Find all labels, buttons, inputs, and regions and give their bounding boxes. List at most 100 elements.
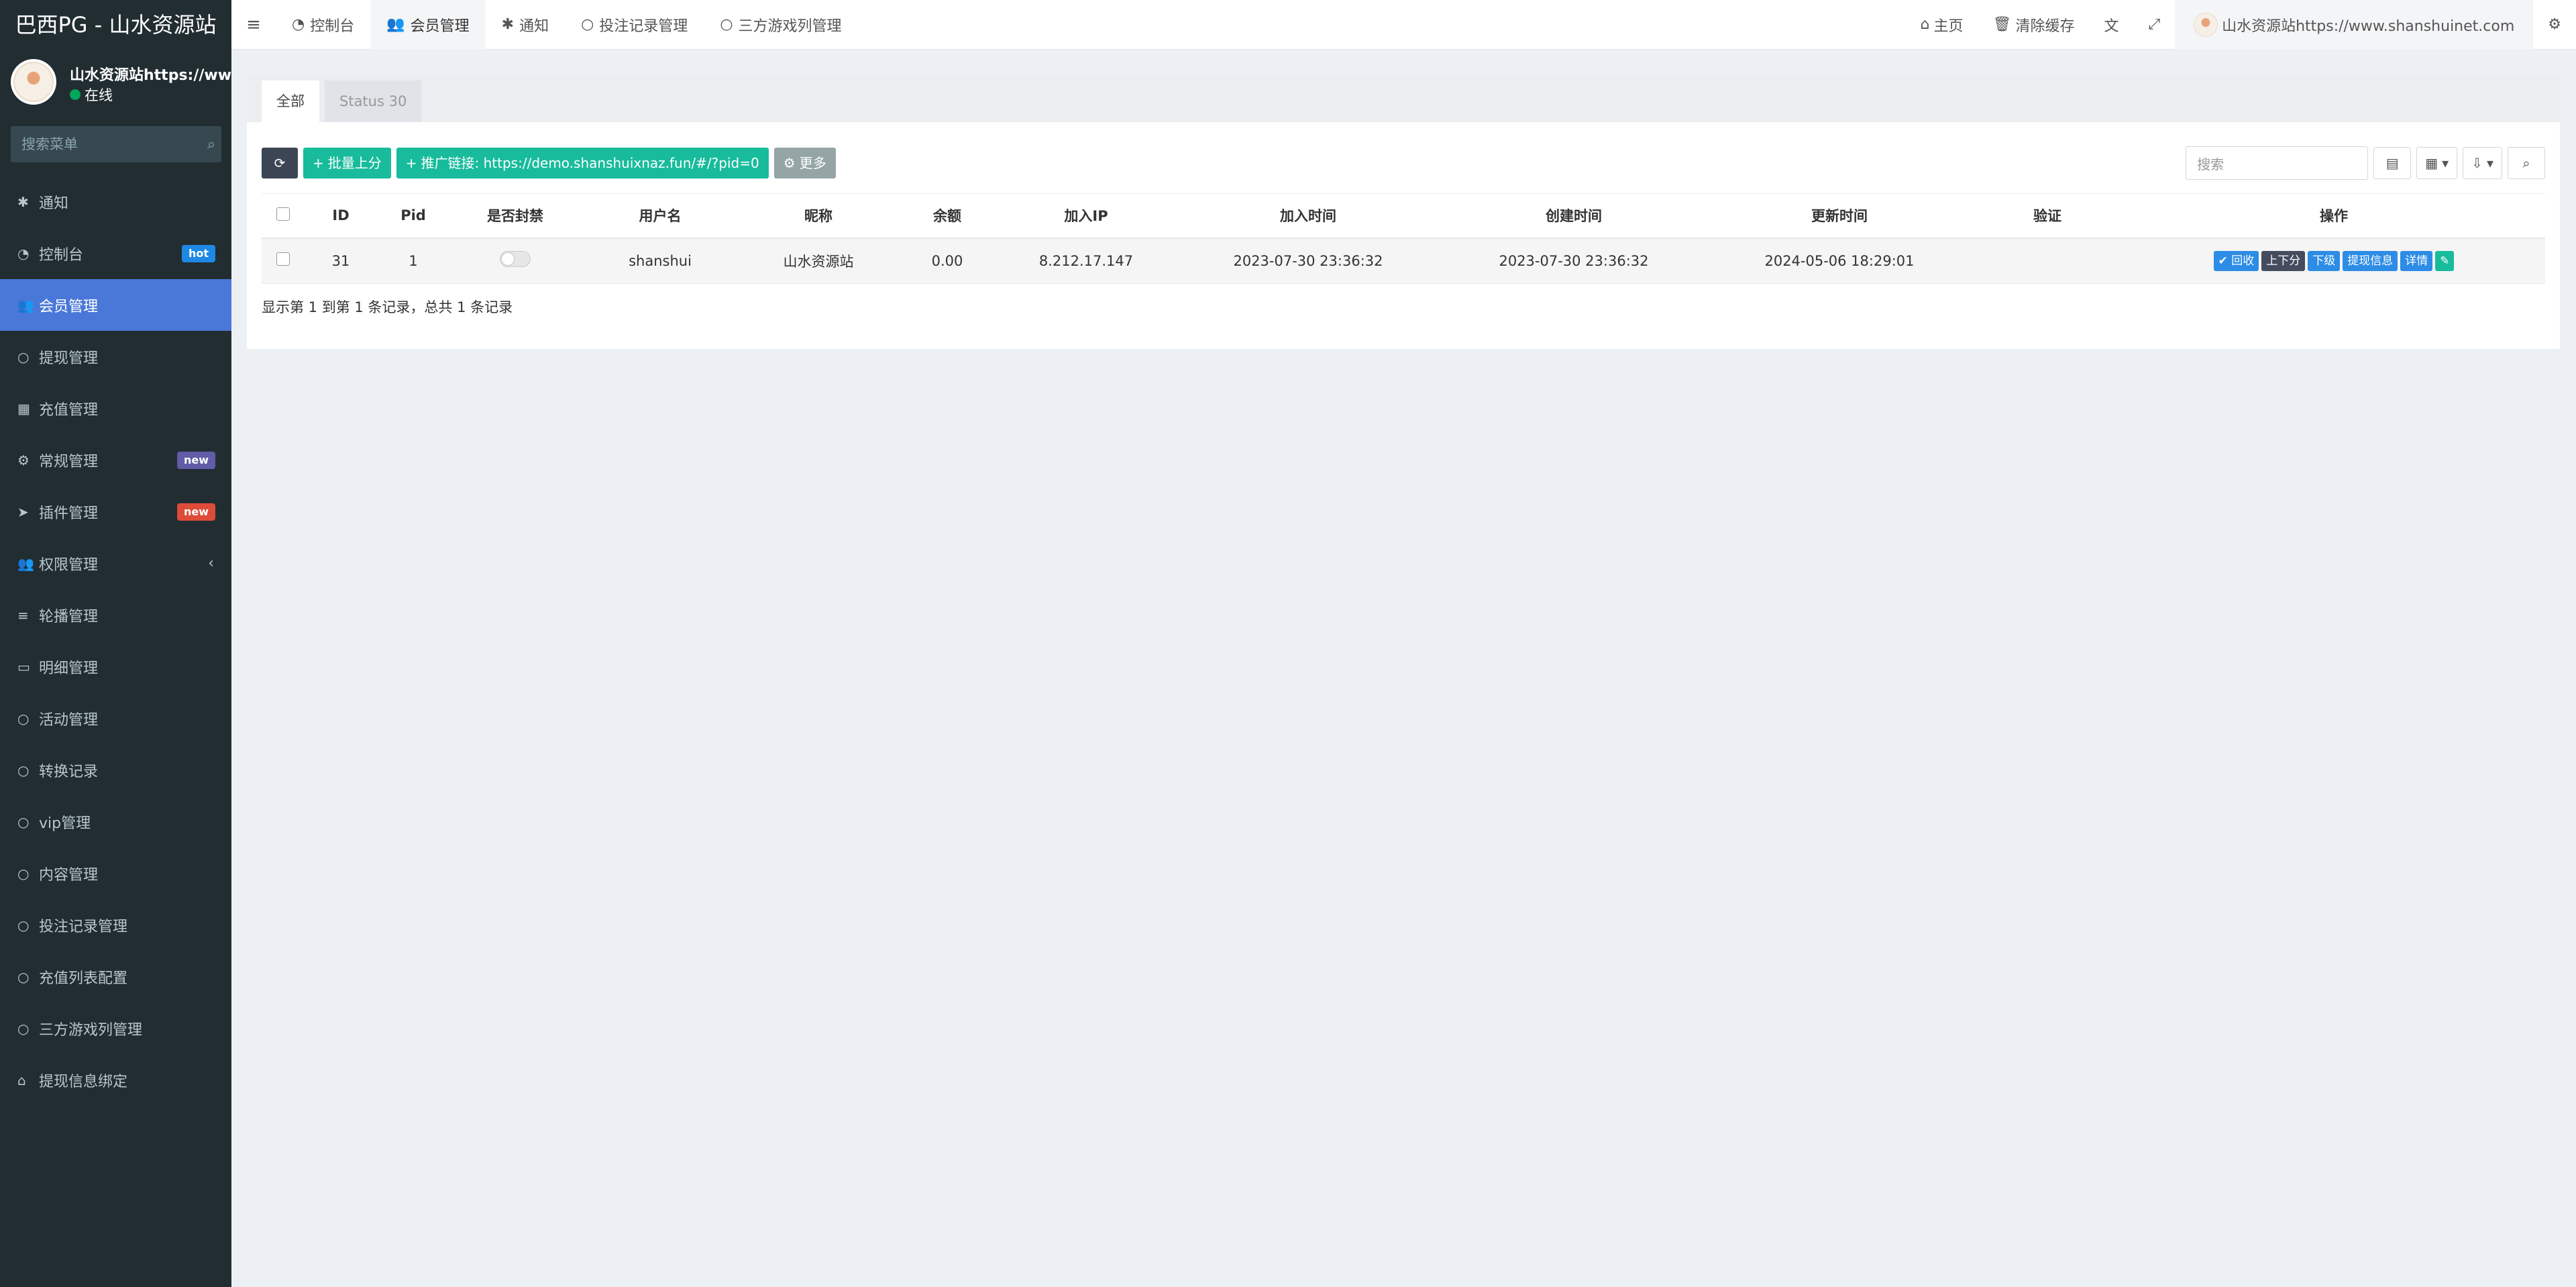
nav-tab[interactable]: 👥 会员管理 bbox=[370, 0, 486, 50]
sidebar-item[interactable]: ○ 内容管理 bbox=[0, 847, 231, 899]
columns-button[interactable]: ▦ ▾ bbox=[2416, 147, 2458, 179]
sidebar-item[interactable]: ○ 活动管理 bbox=[0, 692, 231, 744]
nav-avatar bbox=[2194, 12, 2218, 37]
column-header[interactable]: 余额 bbox=[898, 193, 997, 239]
column-header[interactable]: 是否封禁 bbox=[449, 193, 581, 239]
check-icon: ✔ bbox=[2218, 254, 2232, 268]
detail-button[interactable]: 详情 bbox=[2400, 250, 2433, 271]
hamburger-icon[interactable]: ≡ bbox=[231, 15, 276, 35]
sidebar-item[interactable]: ○ 三方游戏列管理 bbox=[0, 1002, 231, 1054]
sidebar-item[interactable]: ≡ 轮播管理 bbox=[0, 589, 231, 641]
edit-button[interactable]: ✎ bbox=[2435, 250, 2455, 271]
content-panel: 全部 Status 30 ⟳ + 批量上分 + 推广链接: https://dem… bbox=[247, 74, 2560, 349]
sidebar-item[interactable]: ➤ 插件管理 new bbox=[0, 486, 231, 537]
avatar bbox=[11, 59, 56, 105]
column-header[interactable]: 加入时间 bbox=[1175, 193, 1441, 239]
circle-icon: ○ bbox=[17, 865, 30, 882]
cell-nickname: 山水资源站 bbox=[739, 238, 898, 284]
sidebar-item-label: 提现信息绑定 bbox=[39, 1073, 128, 1090]
sidebar-item-label: 充值列表配置 bbox=[39, 970, 128, 987]
export-button[interactable]: ⇩ ▾ bbox=[2463, 147, 2502, 179]
asterisk-icon: ✱ bbox=[501, 16, 515, 33]
brand-title[interactable]: 巴西PG - 山水资源站 bbox=[0, 0, 231, 50]
column-header[interactable]: 创建时间 bbox=[1441, 193, 1707, 239]
column-header[interactable]: 操作 bbox=[2123, 193, 2545, 239]
column-header[interactable]: 更新时间 bbox=[1707, 193, 1972, 239]
withdraw-info-button[interactable]: 提现信息 bbox=[2343, 250, 2398, 271]
column-header[interactable]: 昵称 bbox=[739, 193, 898, 239]
cell-verify bbox=[1972, 238, 2123, 284]
column-header[interactable]: Pid bbox=[377, 193, 449, 239]
sidebar-item-label: 明细管理 bbox=[39, 660, 99, 677]
nav-tab-label: 控制台 bbox=[310, 17, 355, 35]
toggle-view-button[interactable]: ▤ bbox=[2373, 147, 2412, 179]
nav-tabs: ◔ 控制台 👥 会员管理 ✱ 通知 ○ 投注记录管理 ○ 三方游戏列管理 bbox=[276, 0, 858, 50]
dashboard-icon: ◔ bbox=[17, 245, 30, 262]
column-header[interactable]: 加入IP bbox=[997, 193, 1175, 239]
batch-score-button[interactable]: + 批量上分 bbox=[303, 148, 391, 178]
sidebar-item[interactable]: ◔ 控制台 hot bbox=[0, 227, 231, 279]
search-icon[interactable]: ⌕ bbox=[201, 136, 221, 153]
sidebar-search-input[interactable] bbox=[11, 136, 201, 152]
nav-user-menu[interactable]: 山水资源站https://www.shanshuinet.com bbox=[2175, 0, 2534, 50]
sidebar-item-label: 插件管理 bbox=[39, 505, 99, 522]
nav-tab[interactable]: ◔ 控制台 bbox=[276, 0, 370, 50]
sidebar-item[interactable]: ○ vip管理 bbox=[0, 796, 231, 847]
content-tab[interactable]: 全部 bbox=[262, 81, 319, 122]
sidebar-item-label: 转换记录 bbox=[39, 763, 99, 780]
settings-cogs-icon[interactable]: ⚙ bbox=[2533, 0, 2576, 50]
nav-tab-label: 三方游戏列管理 bbox=[738, 17, 842, 35]
table-row[interactable]: 31 1 shanshui 山水资源站 0.00 8.212.17.147 2023-07-… bbox=[262, 238, 2545, 284]
menu-badge: hot bbox=[181, 245, 215, 262]
recycle-button-label: 回收 bbox=[2231, 254, 2255, 268]
columns-icon: ▦ bbox=[2425, 155, 2438, 171]
adjust-score-button[interactable]: 上下分 bbox=[2261, 250, 2306, 271]
more-button[interactable]: ⚙ 更多 bbox=[773, 148, 836, 178]
subordinate-button[interactable]: 下级 bbox=[2308, 250, 2341, 271]
recycle-button[interactable]: ✔ 回收 bbox=[2213, 250, 2259, 271]
sidebar-item[interactable]: ▦ 充值管理 bbox=[0, 382, 231, 434]
nav-tab[interactable]: ✱ 通知 bbox=[486, 0, 565, 50]
nav-user-label: 山水资源站https://www.shanshuinet.com bbox=[2222, 17, 2515, 35]
nav-tab[interactable]: ○ 投注记录管理 bbox=[565, 0, 704, 50]
advanced-search-button[interactable]: ⌕ bbox=[2508, 147, 2545, 179]
top-navbar: ≡ ◔ 控制台 👥 会员管理 ✱ 通知 ○ 投注记录管理 ○ 三方游戏列管理 ⌂ 主页 🗑 清除缓… bbox=[231, 0, 2576, 50]
sidebar-item[interactable]: ▭ 明细管理 bbox=[0, 641, 231, 692]
row-checkbox[interactable] bbox=[276, 252, 290, 266]
nav-right: ⌂ 主页 🗑 清除缓存 文 ⤢ 山水资源站https://www.shanshu… bbox=[1906, 0, 2576, 50]
content-tab[interactable]: Status 30 bbox=[325, 81, 422, 122]
column-header[interactable]: ID bbox=[305, 193, 377, 239]
home-link[interactable]: ⌂ 主页 bbox=[1906, 0, 1978, 50]
select-all-checkbox[interactable] bbox=[276, 207, 290, 221]
sidebar-item-label: 常规管理 bbox=[39, 453, 99, 470]
refresh-button[interactable]: ⟳ bbox=[262, 148, 298, 178]
fullscreen-icon[interactable]: ⤢ bbox=[2133, 0, 2175, 50]
banned-toggle[interactable] bbox=[500, 251, 531, 268]
column-header[interactable]: 验证 bbox=[1972, 193, 2123, 239]
promo-link-button[interactable]: + 推广链接: https://demo.shanshuixnaz.fun/#/… bbox=[396, 148, 769, 178]
nav-tab[interactable]: ○ 三方游戏列管理 bbox=[704, 0, 857, 50]
sidebar-item-label: 控制台 bbox=[39, 246, 84, 264]
sidebar-item[interactable]: 👥 权限管理 ‹ bbox=[0, 537, 231, 589]
clear-cache-button[interactable]: 🗑 清除缓存 bbox=[1978, 0, 2090, 50]
sidebar-item[interactable]: 👥 会员管理 bbox=[0, 279, 231, 331]
sidebar-item[interactable]: ○ 提现管理 bbox=[0, 331, 231, 382]
sidebar-item[interactable]: ○ 充值列表配置 bbox=[0, 951, 231, 1002]
sidebar-menu: ✱ 通知 ◔ 控制台 hot 👥 会员管理 ○ 提现管理 ▦ 充值管理 ⚙ 常规管理 new ➤ 插件管理 ne… bbox=[0, 176, 231, 1106]
home-icon: ⌂ bbox=[1920, 16, 1930, 33]
list-view-icon: ▤ bbox=[2385, 155, 2399, 171]
sidebar-item[interactable]: ○ 转换记录 bbox=[0, 744, 231, 796]
language-icon[interactable]: 文 bbox=[2089, 0, 2133, 50]
nav-tab-label: 会员管理 bbox=[410, 17, 470, 35]
export-icon: ⇩ bbox=[2471, 155, 2483, 171]
sidebar-item[interactable]: ⚙ 常规管理 new bbox=[0, 434, 231, 486]
column-header[interactable]: 用户名 bbox=[581, 193, 739, 239]
circle-icon: ○ bbox=[581, 16, 594, 33]
sidebar-item[interactable]: ⌂ 提现信息绑定 bbox=[0, 1054, 231, 1106]
table-search-input[interactable]: 搜索 bbox=[2186, 146, 2369, 180]
sidebar-item[interactable]: ○ 投注记录管理 bbox=[0, 899, 231, 951]
search-icon: ⌕ bbox=[2522, 155, 2530, 171]
sidebar-item-label: 权限管理 bbox=[39, 556, 99, 574]
sidebar-item[interactable]: ✱ 通知 bbox=[0, 176, 231, 227]
nav-tab-label: 投注记录管理 bbox=[599, 17, 688, 35]
